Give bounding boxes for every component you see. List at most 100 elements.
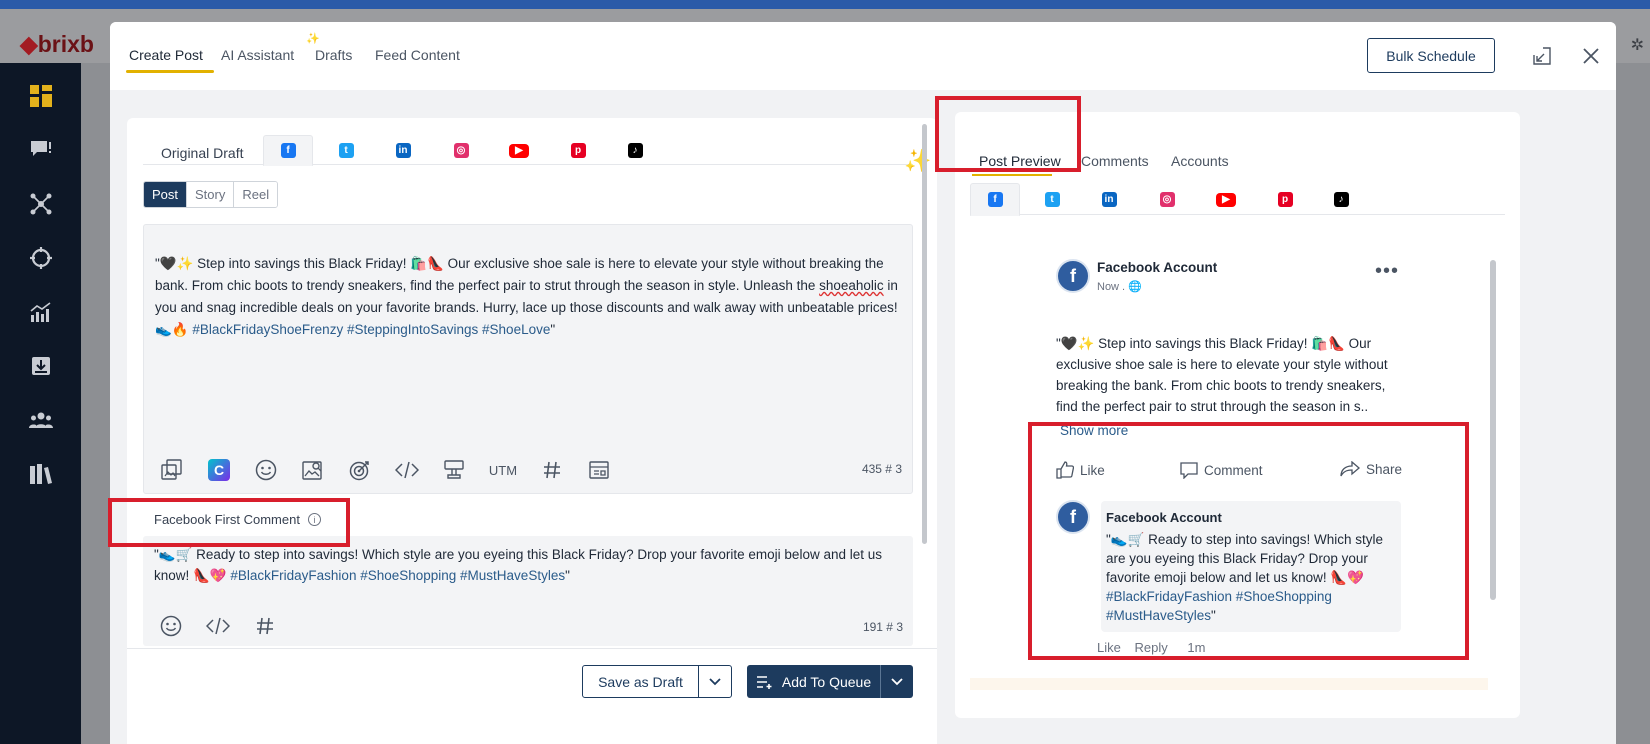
library-icon[interactable]: [24, 457, 58, 491]
tab-tiktok[interactable]: ♪: [610, 135, 660, 166]
save-as-draft-label[interactable]: Save as Draft: [583, 666, 699, 697]
tab-facebook[interactable]: f: [263, 135, 313, 166]
app-logo: ◆brixb: [20, 31, 94, 57]
tab-linkedin[interactable]: in: [1084, 183, 1134, 216]
tab-instagram[interactable]: ◎: [1142, 183, 1192, 216]
twitter-icon: t: [1044, 192, 1060, 207]
tab-pinterest[interactable]: p: [553, 135, 603, 166]
utm-button[interactable]: UTM: [485, 458, 521, 482]
first-comment-editor[interactable]: "👟🛒 Ready to step into savings! Which st…: [143, 536, 913, 646]
preview-bottom-strip: [970, 678, 1488, 690]
add-to-queue-main[interactable]: Add To Queue: [747, 665, 881, 698]
highlight-post-preview: [935, 96, 1081, 172]
instagram-icon: ◎: [1159, 192, 1175, 207]
ai-sparkle-icon[interactable]: ✨: [904, 148, 931, 174]
hashtag-icon[interactable]: [249, 614, 281, 638]
network-tabs: Original Draft f t in ◎ ▶ p ♪ ✨: [143, 135, 931, 173]
editor-footer: Save as Draft Add To Queue: [127, 648, 937, 744]
save-as-draft-button[interactable]: Save as Draft: [582, 665, 732, 698]
bulk-schedule-button[interactable]: Bulk Schedule: [1367, 38, 1495, 73]
modal-header: Create Post AI Assistant ✨ Drafts Feed C…: [110, 22, 1616, 90]
chevron-down-icon[interactable]: [699, 666, 731, 697]
youtube-icon: ▶: [509, 143, 529, 158]
code-icon[interactable]: [202, 614, 234, 638]
tab-linkedin[interactable]: in: [378, 135, 428, 166]
analytics-icon[interactable]: [24, 295, 58, 329]
tab-twitter[interactable]: t: [1027, 183, 1077, 216]
tab-twitter[interactable]: t: [321, 135, 371, 166]
comment-char-counter: 191 # 3: [862, 620, 903, 634]
post-type-story[interactable]: Story: [187, 182, 235, 207]
tab-accounts[interactable]: Accounts: [1171, 153, 1229, 169]
inbox-download-icon[interactable]: [24, 349, 58, 383]
close-icon[interactable]: [1579, 44, 1603, 68]
post-type-selector: Post Story Reel: [143, 181, 279, 208]
post-type-reel[interactable]: Reel: [234, 182, 278, 207]
code-icon[interactable]: [391, 458, 423, 482]
post-type-post[interactable]: Post: [144, 182, 188, 207]
team-icon[interactable]: [24, 403, 58, 437]
tab-facebook[interactable]: f: [970, 183, 1020, 216]
stamp-icon[interactable]: [438, 458, 470, 482]
queue-add-icon: [756, 675, 772, 689]
pinterest-icon: p: [570, 143, 586, 158]
preview-post-text: "🖤✨ Step into savings this Black Friday!…: [1056, 336, 1388, 414]
tab-youtube[interactable]: ▶: [1201, 183, 1251, 216]
original-draft-tab[interactable]: Original Draft: [161, 145, 243, 161]
youtube-icon: ▶: [1216, 192, 1236, 207]
template-icon[interactable]: [583, 458, 615, 482]
post-editor[interactable]: "🖤✨ Step into savings this Black Friday!…: [143, 224, 913, 494]
linkedin-icon: in: [395, 143, 411, 158]
settings-icon[interactable]: ✲: [1631, 35, 1644, 55]
media-library-icon[interactable]: [156, 458, 188, 482]
image-search-icon[interactable]: [297, 458, 329, 482]
active-tab-indicator: [126, 70, 214, 73]
linkedin-icon: in: [1101, 192, 1117, 207]
tab-feed-content[interactable]: Feed Content: [375, 47, 460, 63]
facebook-icon: f: [987, 192, 1003, 207]
hashtag-icon[interactable]: [536, 458, 568, 482]
twitter-icon: t: [338, 143, 354, 158]
more-options-icon[interactable]: •••: [1375, 260, 1399, 283]
emoji-icon[interactable]: [155, 614, 187, 638]
facebook-icon: f: [280, 143, 296, 158]
pinterest-icon: p: [1277, 192, 1293, 207]
post-time: Now . 🌐: [1097, 281, 1142, 293]
editor-scrollbar[interactable]: [922, 124, 927, 544]
add-to-queue-label: Add To Queue: [781, 673, 872, 690]
sidebar: [0, 63, 81, 744]
ai-sparkle-icon: ✨: [306, 33, 320, 45]
chevron-down-icon[interactable]: [881, 665, 913, 698]
tab-create-post[interactable]: Create Post: [129, 47, 203, 63]
messages-icon[interactable]: [24, 133, 58, 167]
globe-icon: 🌐: [1128, 281, 1142, 293]
comment-toolbar: [155, 614, 296, 638]
network-icon[interactable]: [24, 187, 58, 221]
first-comment-text[interactable]: "👟🛒 Ready to step into savings! Which st…: [154, 544, 902, 586]
avatar: f: [1056, 259, 1090, 293]
canva-icon[interactable]: C: [203, 458, 235, 482]
tab-ai-assistant[interactable]: AI Assistant: [221, 47, 294, 63]
preview-scrollbar[interactable]: [1490, 260, 1496, 600]
tab-comments[interactable]: Comments: [1081, 153, 1149, 169]
listening-icon[interactable]: [24, 241, 58, 275]
highlight-first-comment: [108, 498, 350, 547]
tab-instagram[interactable]: ◎: [436, 135, 486, 166]
tab-drafts[interactable]: Drafts: [315, 47, 352, 63]
post-text[interactable]: "🖤✨ Step into savings this Black Friday!…: [155, 253, 903, 341]
preview-tab-indicator: [972, 174, 1052, 176]
editor-toolbar: C UTM: [156, 457, 630, 483]
dashboard-icon[interactable]: [24, 79, 58, 113]
minimize-icon[interactable]: [1530, 44, 1554, 68]
highlight-preview-comment: [1028, 422, 1469, 660]
tab-tiktok[interactable]: ♪: [1316, 183, 1366, 216]
add-to-queue-button[interactable]: Add To Queue: [747, 665, 913, 698]
target-icon[interactable]: [344, 458, 376, 482]
post-char-counter: 435 # 3: [861, 462, 902, 476]
top-accent-bar: [0, 0, 1650, 9]
tab-pinterest[interactable]: p: [1260, 183, 1310, 216]
account-name: Facebook Account: [1097, 260, 1218, 275]
instagram-icon: ◎: [453, 143, 469, 158]
tab-youtube[interactable]: ▶: [494, 135, 544, 166]
emoji-icon[interactable]: [250, 458, 282, 482]
